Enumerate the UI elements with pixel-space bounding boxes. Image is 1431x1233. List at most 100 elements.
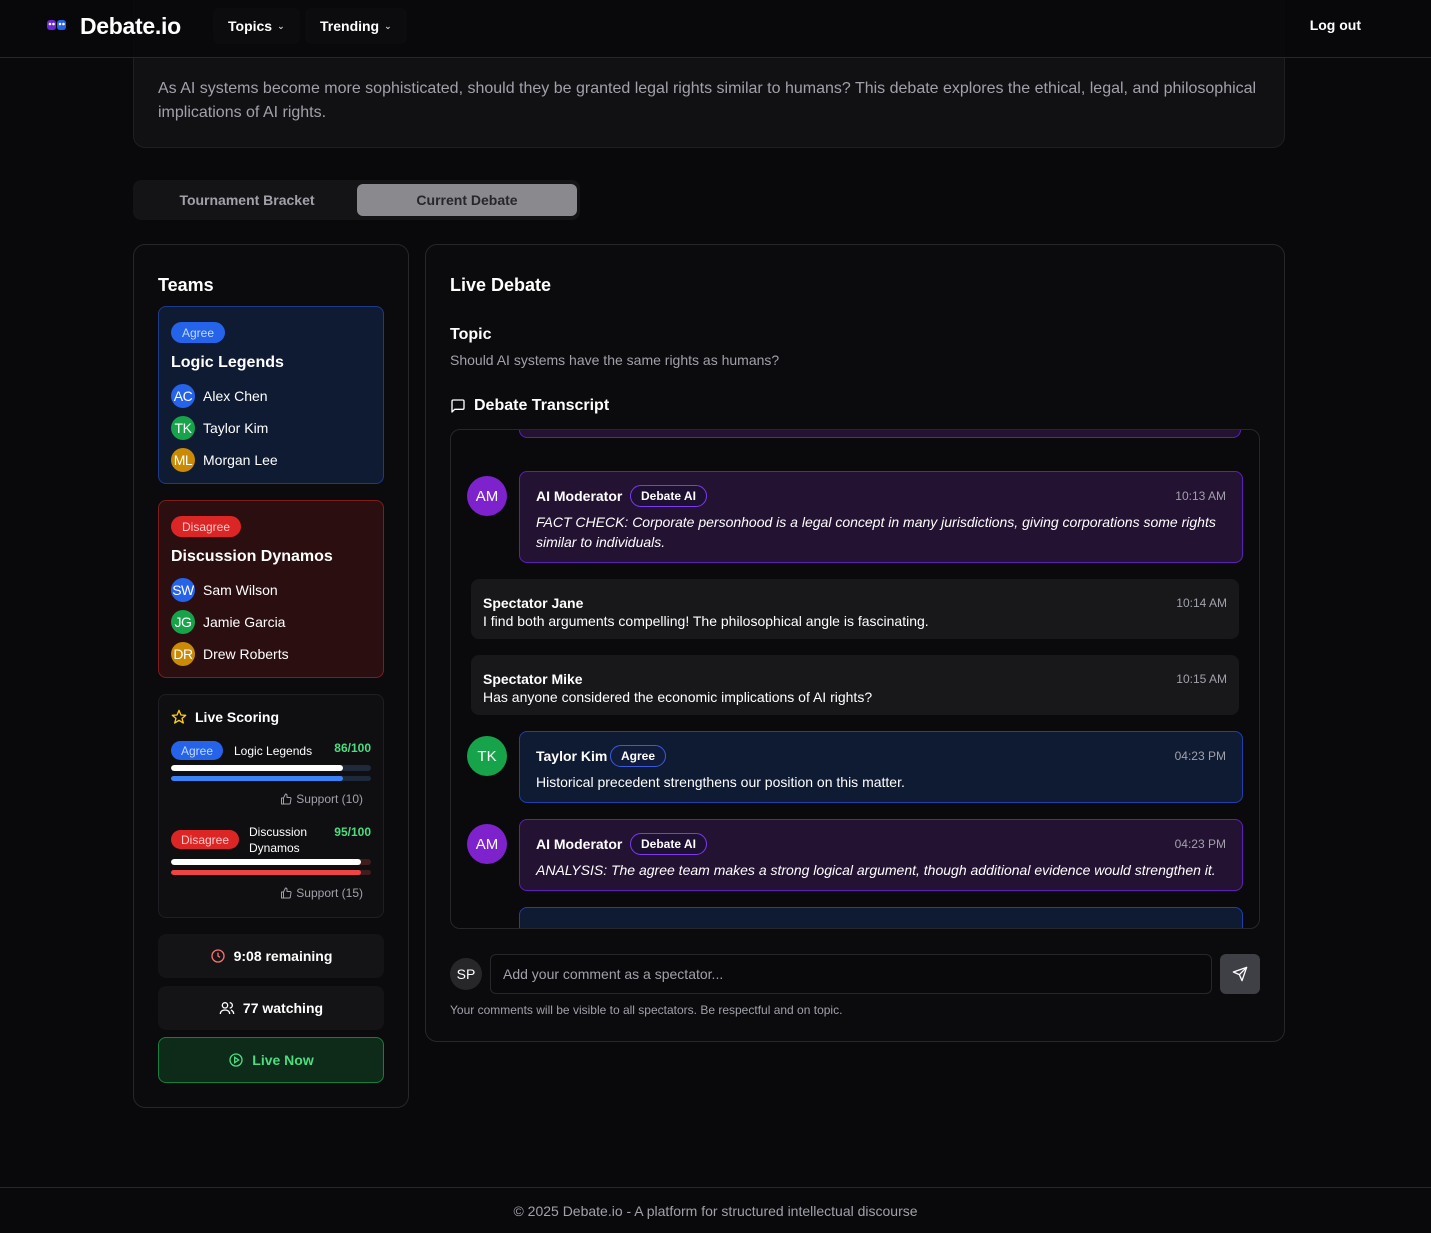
member-name: Jamie Garcia — [203, 614, 286, 630]
score-bar — [171, 765, 371, 771]
message-text: Historical precedent strengthens our pos… — [536, 774, 905, 790]
brand-name: Debate.io — [80, 13, 181, 39]
top-navigation-bar: Debate.io Topics ⌄ Trending ⌄ Log out — [0, 0, 1431, 58]
member-name: Morgan Lee — [203, 452, 278, 468]
message-partial — [519, 430, 1241, 438]
users-icon — [219, 1002, 235, 1015]
message-text: FACT CHECK: Corporate personhood is a le… — [536, 514, 1216, 550]
nav-topics-button[interactable]: Topics ⌄ — [213, 8, 300, 44]
send-button[interactable] — [1220, 954, 1260, 994]
score-bar — [171, 859, 371, 865]
chevron-down-icon: ⌄ — [384, 20, 392, 31]
message-text: ANALYSIS: The agree team makes a strong … — [536, 862, 1216, 878]
nav-topics-label: Topics — [228, 18, 273, 34]
footer-text: © 2025 Debate.io - A platform for struct… — [513, 1202, 918, 1219]
transcript-scroll-area[interactable]: AM AI Moderator Debate AI 10:13 AM FACT … — [450, 429, 1260, 929]
support-button[interactable]: Support (10) — [280, 792, 363, 806]
team-member: TK Taylor Kim — [171, 416, 268, 440]
live-now-button[interactable]: Live Now — [158, 1037, 384, 1083]
live-now-label: Live Now — [252, 1052, 314, 1068]
support-bar — [171, 776, 371, 781]
thumbs-up-icon — [281, 887, 292, 899]
message-time: 10:14 AM — [1176, 596, 1227, 610]
message-author: Spectator Mike — [483, 671, 583, 687]
score-team-name-line2: Dynamos — [249, 841, 300, 855]
debate-ai-badge: Debate AI — [630, 833, 707, 855]
tab-tournament-bracket[interactable]: Tournament Bracket — [137, 184, 357, 216]
topic-description: As AI systems become more sophisticated,… — [158, 80, 1257, 121]
avatar: ML — [171, 448, 195, 472]
support-label: Support (15) — [296, 886, 363, 900]
avatar: AC — [171, 384, 195, 408]
member-name: Alex Chen — [203, 388, 268, 404]
disagree-badge: Disagree — [171, 830, 240, 849]
team-name: Discussion Dynamos — [171, 548, 333, 565]
agree-badge: Agree — [610, 745, 667, 767]
avatar: TK — [467, 736, 507, 776]
play-circle-icon — [229, 1053, 243, 1067]
avatar: TK — [171, 416, 195, 440]
team-member: JG Jamie Garcia — [171, 610, 285, 634]
message-author: AI Moderator — [536, 836, 623, 852]
nav-trending-label: Trending — [320, 18, 380, 34]
view-tabs: Tournament Bracket Current Debate — [133, 180, 580, 220]
timer-text: 9:08 remaining — [233, 948, 333, 964]
member-name: Taylor Kim — [203, 420, 269, 436]
clock-icon — [210, 949, 225, 963]
message-time: 10:13 AM — [1175, 489, 1226, 503]
score-team-name: Logic Legends — [234, 744, 313, 758]
message-partial — [519, 907, 1243, 928]
support-bar — [171, 870, 371, 875]
teams-panel: Teams Agree Logic Legends AC Alex Chen T… — [133, 244, 409, 1108]
comment-input[interactable] — [490, 954, 1212, 994]
live-debate-panel: Live Debate Topic Should AI systems have… — [425, 244, 1285, 1042]
message-spectator: Spectator Mike 10:15 AM Has anyone consi… — [471, 655, 1239, 715]
score-team-name-line1: Discussion — [249, 825, 308, 839]
team-member: ML Morgan Lee — [171, 448, 278, 472]
support-button[interactable]: Support (15) — [280, 886, 363, 900]
timer-box: 9:08 remaining — [158, 934, 384, 978]
member-name: Drew Roberts — [203, 646, 289, 662]
nav-trending-button[interactable]: Trending ⌄ — [305, 8, 407, 44]
debate-ai-badge: Debate AI — [630, 485, 707, 507]
avatar: SP — [450, 958, 482, 990]
footer: © 2025 Debate.io - A platform for struct… — [0, 1187, 1431, 1233]
transcript-title: Debate Transcript — [474, 397, 610, 414]
transcript-header: Debate Transcript — [450, 397, 609, 415]
support-bar-fill — [171, 776, 343, 781]
team-card-disagree: Disagree Discussion Dynamos SW Sam Wilso… — [158, 500, 384, 678]
teams-title: Teams — [158, 275, 214, 295]
topic-label: Topic — [450, 326, 492, 343]
team-member: DR Drew Roberts — [171, 642, 289, 666]
score-bar-fill — [171, 765, 343, 771]
message-author: Taylor Kim — [536, 748, 608, 764]
live-scoring-card: Live Scoring Agree Logic Legends 86/100 … — [158, 694, 384, 918]
masks-icon — [47, 19, 66, 30]
send-icon — [1232, 966, 1248, 982]
tab-current-debate[interactable]: Current Debate — [357, 184, 577, 216]
live-scoring-header: Live Scoring — [171, 709, 279, 725]
team-name: Logic Legends — [171, 354, 284, 371]
message-text: I find both arguments compelling! The ph… — [483, 613, 929, 629]
live-scoring-title: Live Scoring — [195, 709, 280, 725]
logout-button[interactable]: Log out — [1310, 17, 1361, 33]
live-debate-title: Live Debate — [450, 275, 552, 295]
thumbs-up-icon — [281, 793, 292, 805]
message-time: 04:23 PM — [1174, 749, 1226, 763]
comment-hint: Your comments will be visible to all spe… — [450, 1003, 843, 1017]
star-icon — [171, 709, 187, 724]
agree-badge: Agree — [171, 322, 226, 343]
message-ai-moderator: AI Moderator Debate AI 10:13 AM FACT CHE… — [519, 471, 1243, 563]
message-author: AI Moderator — [536, 488, 623, 504]
brand-logo[interactable]: Debate.io — [46, 13, 181, 40]
message-time: 10:15 AM — [1176, 672, 1227, 686]
support-label: Support (10) — [296, 792, 363, 806]
watching-text: 77 watching — [242, 1000, 324, 1016]
agree-badge: Agree — [171, 741, 224, 760]
avatar: DR — [171, 642, 195, 666]
avatar: AM — [467, 824, 507, 864]
support-bar-fill — [171, 870, 361, 875]
member-name: Sam Wilson — [203, 582, 278, 598]
avatar: JG — [171, 610, 195, 634]
team-member: SW Sam Wilson — [171, 578, 278, 602]
